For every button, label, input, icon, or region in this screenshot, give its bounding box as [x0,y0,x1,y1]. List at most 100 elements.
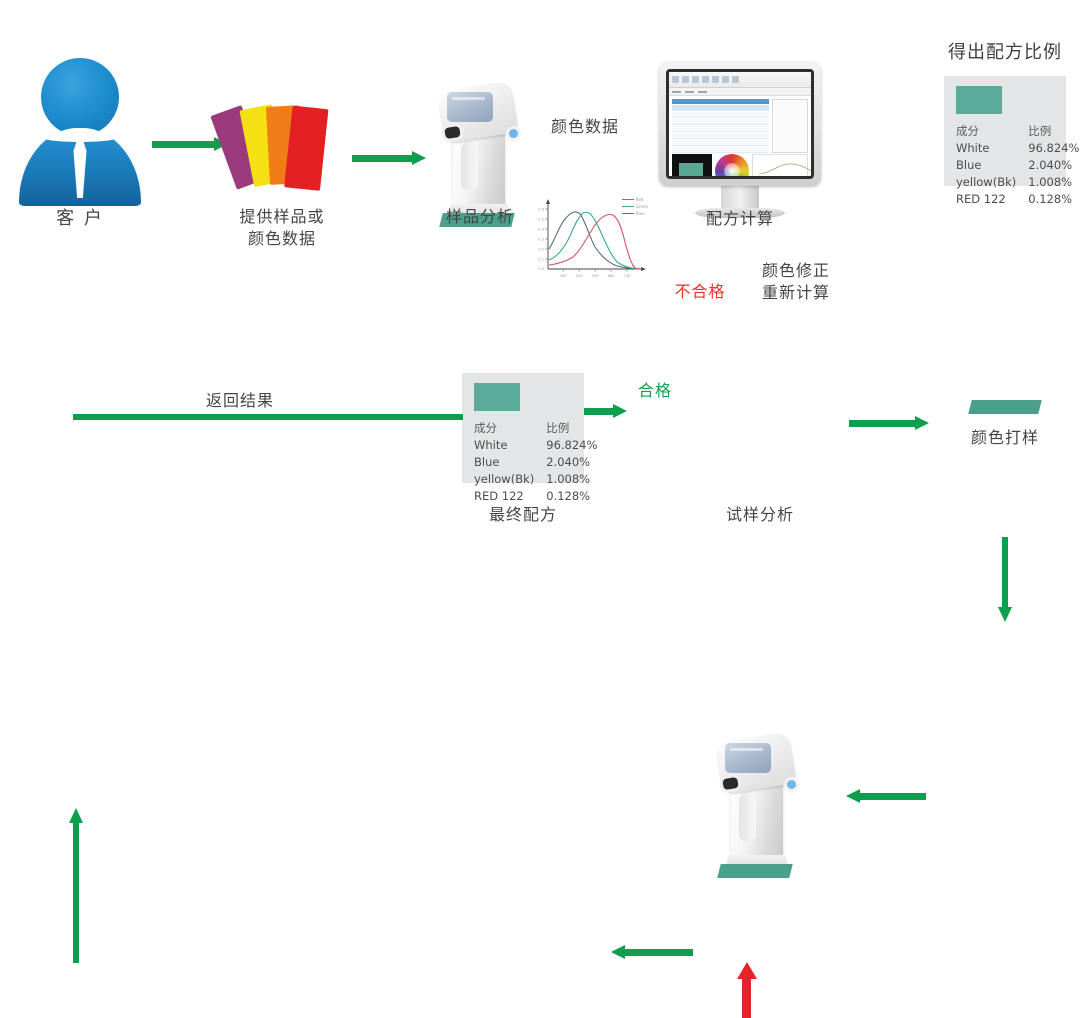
spectral-curve-chart: 0.6 0.5 0.4 0.3 0.2 0.1 0.0 450 520 590 660 73… [525,192,650,284]
spectrum-graph-panel [752,154,811,176]
color-swatch-fan-icon [210,98,336,191]
cell-component: RED 122 [474,489,524,503]
arrow-sample-to-analysis [352,151,426,165]
cell-ratio: 0.128% [546,489,591,503]
computer-monitor-icon [659,62,821,222]
color-preview-panel [672,154,712,176]
toolbar-icon [702,76,709,83]
table-row: yellow(Bk) 1.008% [956,174,1079,191]
table-header-row: 成分 比例 [474,420,597,437]
formula-color-swatch [956,86,1002,114]
table-row: Blue 2.040% [956,157,1079,174]
svg-text:520: 520 [576,274,584,278]
arrow-formula-to-proofing [998,537,1012,622]
color-matching-workflow-diagram: { "diagram": { "title_right": "得出配方比例", … [0,0,1089,1018]
fail-label: 不合格 [674,282,726,301]
toolbar-icon [672,76,679,83]
table-row [672,105,769,111]
svg-text:450: 450 [560,274,568,278]
software-screen [669,72,811,176]
cell-ratio: 2.040% [1028,158,1073,172]
header-component: 成分 [474,421,497,435]
color-proof-chip [968,400,1042,414]
cell-component: White [474,438,508,452]
table-row [672,147,769,153]
table-row: yellow(Bk) 1.008% [474,471,597,488]
table-row: White 96.824% [474,437,597,454]
table-row [672,126,769,132]
formula-calculation-label: 配方计算 [705,209,774,228]
provide-sample-label: 提供样品或 颜色数据 [239,207,325,248]
color-proofing-label: 颜色打样 [970,428,1039,447]
software-side-panel [772,99,808,153]
toolbar-icon [722,76,729,83]
fan-card-red [284,105,329,191]
svg-text:730: 730 [624,274,632,278]
legend-label-red: Red [635,197,644,202]
toolbar-icon [712,76,719,83]
table-row [672,140,769,146]
cell-ratio: 96.824% [1028,141,1080,155]
legend-item-blue: Blue [621,210,648,217]
cell-component: RED 122 [956,192,1006,206]
svg-text:0.2: 0.2 [538,248,544,252]
cell-component: Blue [956,158,982,172]
trial-analysis-label: 试样分析 [725,505,794,524]
legend-item-red: Red [621,196,648,203]
return-result-line-horizontal [73,414,463,420]
table-row: White 96.824% [956,140,1079,157]
legend-item-green: Green [621,203,648,210]
spectrophotometer-device-2-icon [705,731,809,879]
cell-ratio: 1.008% [1028,175,1073,189]
person-head-icon [41,58,119,136]
table-header-row: 成分 比例 [956,123,1079,140]
formula-panel-top: 成分 比例 White 96.824% Blue 2.040% yellow(B… [944,76,1079,206]
toolbar-icon [692,76,699,83]
table-row: RED 122 0.128% [474,488,597,505]
arrow-proofing-to-trial [846,789,926,803]
toolbar-icon [682,76,689,83]
table-row [672,119,769,125]
cell-component: Blue [474,455,500,469]
header-ratio: 比例 [546,421,570,435]
cell-ratio: 96.824% [546,438,598,452]
formula-ratio-heading: 得出配方比例 [948,42,1062,63]
cell-component: White [956,141,990,155]
arrow-return-to-customer [69,808,83,963]
arrow-fail-recalculate [737,962,757,1018]
legend-label-blue: Blue [635,211,645,216]
header-component: 成分 [956,124,979,138]
color-correction-recalculate-label: 颜色修正 重新计算 [762,261,831,302]
cell-component: yellow(Bk) [474,472,535,486]
svg-text:590: 590 [592,274,600,278]
svg-text:0.6: 0.6 [538,208,544,212]
pass-label: 合格 [637,381,672,400]
arrow-calculation-to-formula [849,416,929,430]
person-body-icon [19,128,141,206]
software-toolbar [669,72,811,88]
color-data-label: 颜色数据 [550,117,619,136]
cell-ratio: 2.040% [546,455,591,469]
formula-color-swatch [474,383,520,411]
svg-text:0.5: 0.5 [538,218,544,222]
table-row [672,133,769,139]
software-data-table [669,96,772,154]
cell-ratio: 1.008% [546,472,591,486]
legend-label-green: Green [635,204,648,209]
arrow-customer-to-sample [152,137,228,151]
final-formula-label: 最终配方 [488,505,557,524]
return-result-label: 返回结果 [205,391,274,410]
formula-panel-bottom: 成分 比例 White 96.824% Blue 2.040% yellow(B… [462,373,597,503]
software-menubar [669,88,811,96]
header-ratio: 比例 [1028,124,1052,138]
table-row: RED 122 0.128% [956,191,1079,208]
sample-chip-2 [717,864,793,878]
svg-text:0.4: 0.4 [538,228,544,232]
table-row [672,112,769,118]
formula-table: 成分 比例 White 96.824% Blue 2.040% yellow(B… [956,123,1079,208]
formula-table: 成分 比例 White 96.824% Blue 2.040% yellow(B… [474,420,597,505]
table-row: Blue 2.040% [474,454,597,471]
customer-node [15,58,145,206]
svg-text:0.1: 0.1 [538,258,544,262]
cell-component: yellow(Bk) [956,175,1017,189]
